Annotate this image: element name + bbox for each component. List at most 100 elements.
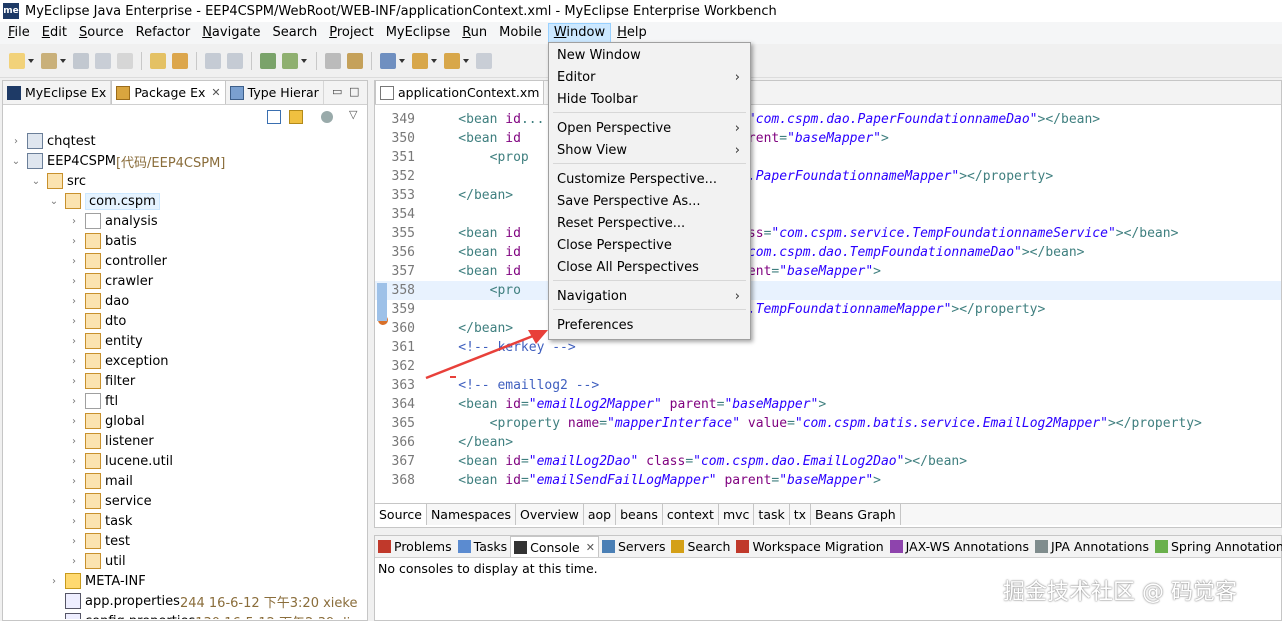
tab-context[interactable]: context: [663, 504, 719, 525]
link-with-editor-icon[interactable]: [289, 110, 303, 124]
menu-item-close-perspective[interactable]: Close Perspective: [549, 235, 750, 257]
tab-package-explorer[interactable]: Package Ex ✕: [111, 80, 226, 104]
server-icon[interactable]: [282, 52, 298, 69]
tree-item-dto[interactable]: › dto: [69, 311, 126, 331]
chevron-right-icon[interactable]: ›: [69, 216, 79, 227]
new-icon[interactable]: [9, 52, 25, 69]
tree-item-src[interactable]: ⌄ src: [31, 171, 86, 191]
save-all-icon[interactable]: [95, 52, 111, 69]
code-line[interactable]: 364 <bean id="emailLog2Mapper" parent="b…: [375, 395, 1281, 414]
collapse-all-icon[interactable]: [267, 110, 281, 124]
menu-refactor[interactable]: Refactor: [130, 23, 197, 43]
menu-source[interactable]: Source: [73, 23, 130, 43]
minimize-icon[interactable]: ▭: [332, 85, 342, 98]
open-resource-icon[interactable]: [172, 52, 188, 69]
back-icon[interactable]: [476, 52, 492, 69]
menu-help[interactable]: Help: [611, 23, 653, 43]
tree-item-global[interactable]: › global: [69, 411, 145, 431]
tab-jax-ws-annotations[interactable]: JAX-WS Annotations: [887, 536, 1032, 557]
tab-servers[interactable]: Servers: [599, 536, 669, 557]
menu-item-editor[interactable]: Editor ›: [549, 67, 750, 89]
grid-icon[interactable]: [380, 52, 396, 69]
tree-item-com-cspm[interactable]: ⌄ com.cspm: [49, 191, 160, 211]
chevron-right-icon[interactable]: ›: [69, 496, 79, 507]
tab-overview[interactable]: Overview: [516, 504, 584, 525]
chevron-right-icon[interactable]: ›: [69, 416, 79, 427]
tree-item-config-properties[interactable]: config.properties 130 16-5-12 下午2:39 din…: [49, 611, 367, 619]
tree-item-app-properties[interactable]: app.properties 244 16-6-12 下午3:20 xieke: [49, 591, 357, 611]
tab-tx[interactable]: tx: [790, 504, 812, 525]
code-line[interactable]: 351 <prop: [375, 148, 1281, 167]
tab-console[interactable]: Console ✕: [510, 536, 599, 557]
menu-item-show-view[interactable]: Show View ›: [549, 140, 750, 162]
chevron-down-icon[interactable]: [463, 58, 469, 63]
chevron-right-icon[interactable]: ›: [69, 476, 79, 487]
tab-aop[interactable]: aop: [584, 504, 617, 525]
menu-mobile[interactable]: Mobile: [493, 23, 548, 43]
chevron-down-icon[interactable]: [399, 58, 405, 63]
menu-search[interactable]: Search: [267, 23, 324, 43]
chevron-right-icon[interactable]: ›: [69, 296, 79, 307]
code-line[interactable]: 357 <bean id arent="baseMapper">: [375, 262, 1281, 281]
chevron-right-icon[interactable]: ›: [69, 356, 79, 367]
chevron-right-icon[interactable]: ›: [69, 336, 79, 347]
tree-item-exception[interactable]: › exception: [69, 351, 169, 371]
tree-item-filter[interactable]: › filter: [69, 371, 135, 391]
code-line[interactable]: 352 e.PaperFoundationnameMapper"></prope…: [375, 167, 1281, 186]
view-options-icon[interactable]: [321, 111, 333, 123]
tree-item-eep4cspm[interactable]: ⌄ EEP4CSPM [代码/EEP4CSPM]: [11, 151, 225, 171]
code-line[interactable]: 349 <bean id... ss="com.cspm.dao.PaperFo…: [375, 110, 1281, 129]
chevron-right-icon[interactable]: ›: [69, 236, 79, 247]
tab-workspace-migration[interactable]: Workspace Migration: [733, 536, 886, 557]
tab-search[interactable]: Search: [668, 536, 733, 557]
chevron-down-icon[interactable]: ⌄: [31, 176, 41, 187]
chevron-right-icon[interactable]: ›: [69, 376, 79, 387]
code-line[interactable]: 358 <pro: [375, 281, 1281, 300]
chevron-right-icon[interactable]: ›: [69, 256, 79, 267]
view-menu-icon[interactable]: ▽: [349, 108, 357, 121]
menu-item-save-perspective-as[interactable]: Save Perspective As...: [549, 191, 750, 213]
chevron-down-icon[interactable]: ⌄: [49, 196, 59, 207]
tab-beans-graph[interactable]: Beans Graph: [811, 504, 901, 525]
tree-item-ftl[interactable]: › ftl: [69, 391, 118, 411]
tab-problems[interactable]: Problems: [375, 536, 455, 557]
tree-item-controller[interactable]: › controller: [69, 251, 167, 271]
next-annotation-icon[interactable]: [412, 52, 428, 69]
undo-icon[interactable]: [205, 52, 221, 69]
menu-project[interactable]: Project: [323, 23, 380, 43]
tab-spring-annotations[interactable]: Spring Annotations: [1152, 536, 1282, 557]
open-type-icon[interactable]: [150, 52, 166, 69]
menu-item-open-perspective[interactable]: Open Perspective ›: [549, 118, 750, 140]
code-area[interactable]: 349 <bean id... ss="com.cspm.dao.PaperFo…: [375, 105, 1281, 489]
chevron-down-icon[interactable]: ⌄: [11, 156, 21, 167]
wizard-icon[interactable]: [347, 52, 363, 69]
save-icon[interactable]: [73, 52, 89, 69]
tree-item-task[interactable]: › task: [69, 511, 132, 531]
chevron-right-icon[interactable]: ›: [11, 136, 21, 147]
menu-myeclipse[interactable]: MyEclipse: [380, 23, 457, 43]
maximize-icon[interactable]: □: [349, 85, 359, 98]
menu-navigate[interactable]: Navigate: [196, 23, 266, 43]
print-icon[interactable]: [117, 52, 133, 69]
close-icon[interactable]: ✕: [211, 86, 220, 99]
chevron-right-icon[interactable]: ›: [49, 576, 59, 587]
tab-task[interactable]: task: [754, 504, 790, 525]
tree-item-meta-inf[interactable]: › META-INF: [49, 571, 146, 591]
tree-item-batis[interactable]: › batis: [69, 231, 137, 251]
chevron-right-icon[interactable]: ›: [69, 536, 79, 547]
chevron-right-icon[interactable]: ›: [69, 556, 79, 567]
tree-item-dao[interactable]: › dao: [69, 291, 129, 311]
tab-namespaces[interactable]: Namespaces: [427, 504, 516, 525]
menu-item-navigation[interactable]: Navigation ›: [549, 286, 750, 308]
menu-item-new-window[interactable]: New Window: [549, 45, 750, 67]
menu-item-customize-perspective[interactable]: Customize Perspective...: [549, 169, 750, 191]
tree-item-util[interactable]: › util: [69, 551, 126, 571]
code-line[interactable]: 355 <bean id class="com.cspm.service.Tem…: [375, 224, 1281, 243]
tab-myeclipse-explorer[interactable]: MyEclipse Ex: [3, 81, 112, 104]
chevron-down-icon[interactable]: [301, 58, 307, 63]
tree-item-analysis[interactable]: › analysis: [69, 211, 158, 231]
tree-item-entity[interactable]: › entity: [69, 331, 143, 351]
tab-application-context[interactable]: applicationContext.xm: [375, 80, 545, 104]
code-line[interactable]: 356 <bean id s="com.cspm.dao.TempFoundat…: [375, 243, 1281, 262]
close-icon[interactable]: ✕: [586, 541, 595, 554]
